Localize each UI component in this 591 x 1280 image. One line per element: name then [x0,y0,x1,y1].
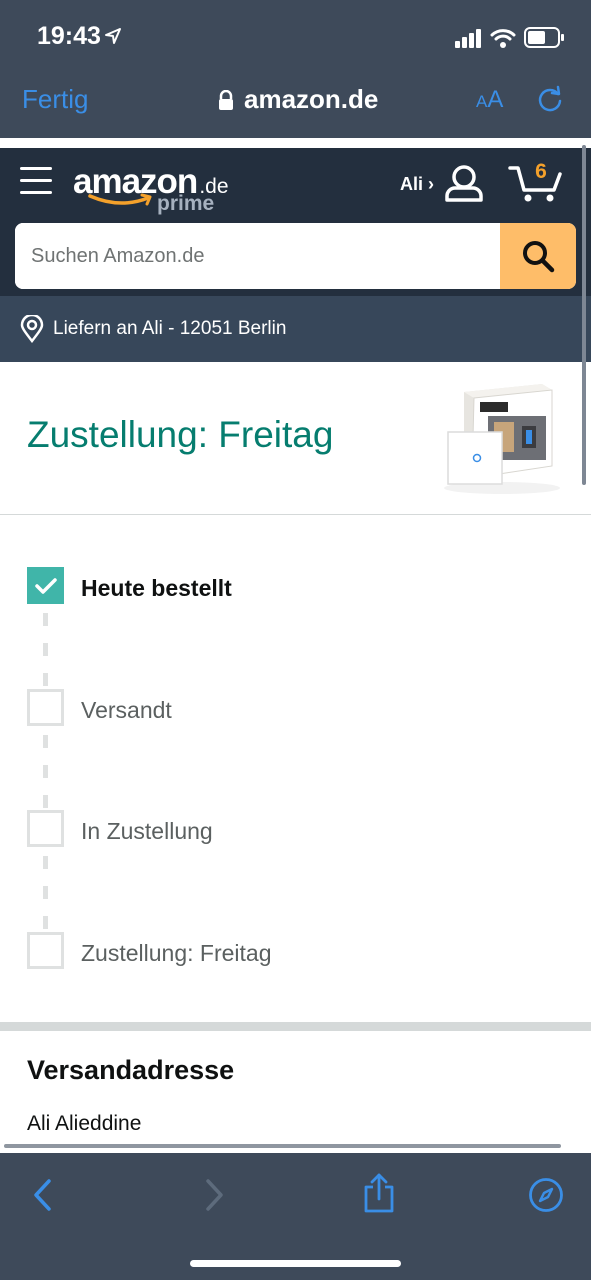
search-bar [15,223,576,289]
step-connector [43,613,48,626]
amazon-smile-icon [88,193,152,206]
safari-top-bar [0,0,591,138]
text-size-small: A [476,92,488,111]
shipping-address-name: Ali Alieddine [27,1112,142,1135]
status-icons [455,27,564,48]
cart-count-badge: 6 [535,160,547,183]
text-size-large: A [487,86,504,113]
done-button[interactable]: Fertig [22,84,88,115]
home-indicator[interactable] [190,1260,401,1267]
location-arrow-icon [105,28,121,44]
logo-prime: prime [157,192,215,215]
reload-icon[interactable] [536,85,564,115]
divider [0,138,591,148]
delivery-status-title: Zustellung: Freitag [27,414,334,455]
product-image[interactable] [442,380,562,496]
step-connector [43,856,48,869]
step-connector [43,886,48,899]
section-divider [0,1022,591,1031]
step-checkbox-in-delivery [27,810,64,847]
delivery-location-text: Liefern an Ali - 12051 Berlin [53,318,287,339]
search-input[interactable] [15,223,500,289]
wifi-icon [490,29,516,48]
cellular-signal-icon [455,29,481,48]
status-time: 19:43 [37,22,101,50]
step-label-shipped: Versandt [81,697,172,723]
account-icon[interactable] [444,164,484,204]
step-connector [43,673,48,686]
compass-icon[interactable] [528,1177,564,1213]
step-checkbox-ordered [27,567,64,604]
step-connector [43,795,48,808]
text-size-button[interactable]: AA [476,86,503,114]
search-button[interactable] [500,223,576,289]
battery-icon [524,27,564,48]
horizontal-scrollbar [4,1144,561,1148]
step-connector [43,765,48,778]
step-connector [43,916,48,929]
step-checkbox-delivered [27,932,64,969]
divider [0,514,591,515]
search-icon [523,241,555,273]
account-label[interactable]: Ali › [400,174,434,195]
step-connector [43,643,48,656]
step-connector [43,735,48,748]
url-domain: amazon.de [244,84,379,114]
step-label-in-delivery: In Zustellung [81,818,213,844]
location-pin-icon [20,315,44,343]
step-label-delivered: Zustellung: Freitag [81,940,272,966]
hamburger-menu-icon[interactable] [20,167,52,195]
checkmark-icon [34,577,57,594]
address-bar[interactable]: amazon.de [218,84,378,115]
chevron-left-icon[interactable] [32,1178,54,1212]
share-icon[interactable] [362,1172,396,1214]
lock-icon [219,89,233,110]
step-checkbox-shipped [27,689,64,726]
scrollbar[interactable] [582,145,586,485]
step-label-ordered: Heute bestellt [81,575,232,601]
shipping-address-title: Versandadresse [27,1055,235,1085]
chevron-right-icon[interactable] [203,1178,225,1212]
